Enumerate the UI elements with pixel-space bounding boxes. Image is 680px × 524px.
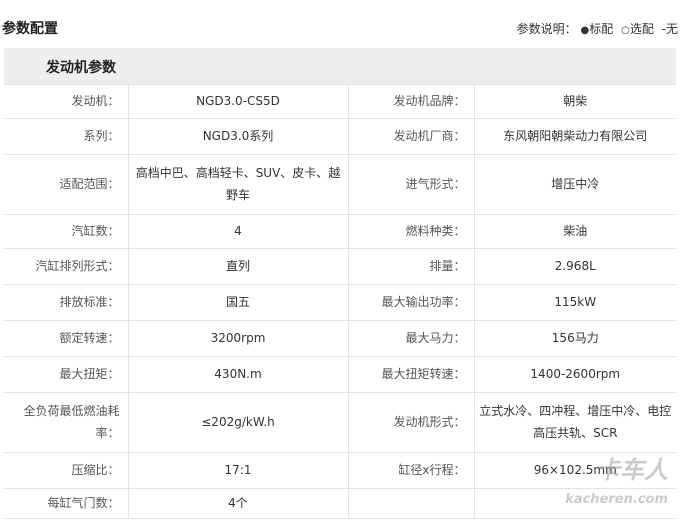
spec-value: 朝柴: [474, 84, 676, 119]
legend-standard: 标配: [589, 22, 614, 36]
spec-label: 排放标准：: [4, 284, 129, 321]
spec-label: 进气形式：: [348, 154, 475, 215]
spec-table: 发动机： NGD3.0-CS5D 发动机品牌： 朝柴 系列： NGD3.0系列 …: [4, 84, 676, 519]
table-row: 系列： NGD3.0系列 发动机厂商： 东风朝阳朝柴动力有限公司: [4, 118, 676, 155]
spec-value: 1400-2600rpm: [474, 356, 676, 393]
spec-label: 缸径x行程：: [348, 452, 475, 489]
spec-value: 立式水冷、四冲程、增压中冷、电控高压共轨、SCR: [474, 392, 676, 453]
spec-value: 国五: [128, 284, 349, 321]
spec-label: 最大输出功率：: [348, 284, 475, 321]
spec-label: 适配范围：: [4, 154, 129, 215]
spec-label: 最大扭矩转速：: [348, 356, 475, 393]
spec-label: 最大扭矩：: [4, 356, 129, 393]
spec-value: 96×102.5mm: [474, 452, 676, 489]
spec-value: 156马力: [474, 320, 676, 357]
section-header: 发动机参数: [4, 48, 676, 85]
spec-value: NGD3.0系列: [128, 118, 349, 155]
spec-label: 排量：: [348, 248, 475, 285]
optional-circle-icon: ○: [621, 25, 630, 36]
spec-value: ≤202g/kW.h: [128, 392, 349, 453]
spec-value: 4: [128, 214, 349, 249]
spec-label: 额定转速：: [4, 320, 129, 357]
table-row: 排放标准： 国五 最大输出功率： 115kW: [4, 284, 676, 321]
spec-value: 东风朝阳朝柴动力有限公司: [474, 118, 676, 155]
spec-label: 全负荷最低燃油耗率：: [4, 392, 129, 453]
config-header: 参数配置 参数说明： ●标配 ○选配 -无: [0, 0, 680, 48]
legend-none: -无: [661, 22, 678, 36]
table-row: 额定转速： 3200rpm 最大马力： 156马力: [4, 320, 676, 357]
table-row: 发动机： NGD3.0-CS5D 发动机品牌： 朝柴: [4, 84, 676, 119]
spec-label: 发动机：: [4, 84, 129, 119]
spec-label: 系列：: [4, 118, 129, 155]
spec-value: [474, 488, 676, 519]
legend-label: 参数说明：: [516, 22, 577, 36]
spec-label: 燃料种类：: [348, 214, 475, 249]
spec-value: NGD3.0-CS5D: [128, 84, 349, 119]
table-row: 适配范围： 高档中巴、高档轻卡、SUV、皮卡、越野车 进气形式： 增压中冷: [4, 154, 676, 215]
spec-value: 4个: [128, 488, 349, 519]
spec-label: [348, 488, 475, 519]
page-title: 参数配置: [2, 21, 58, 37]
spec-value: 增压中冷: [474, 154, 676, 215]
table-row: 汽缸排列形式： 直列 排量： 2.968L: [4, 248, 676, 285]
section-title: 发动机参数: [46, 60, 116, 76]
spec-label: 压缩比：: [4, 452, 129, 489]
table-row: 全负荷最低燃油耗率： ≤202g/kW.h 发动机形式： 立式水冷、四冲程、增压…: [4, 392, 676, 453]
legend: 参数说明： ●标配 ○选配 -无: [517, 20, 678, 37]
spec-value: 2.968L: [474, 248, 676, 285]
spec-label: 发动机形式：: [348, 392, 475, 453]
spec-value: 3200rpm: [128, 320, 349, 357]
spec-label: 每缸气门数：: [4, 488, 129, 519]
spec-label: 发动机品牌：: [348, 84, 475, 119]
spec-label: 发动机厂商：: [348, 118, 475, 155]
spec-label: 最大马力：: [348, 320, 475, 357]
spec-value: 高档中巴、高档轻卡、SUV、皮卡、越野车: [128, 154, 349, 215]
spec-value: 17:1: [128, 452, 349, 489]
spec-value: 柴油: [474, 214, 676, 249]
spec-value: 直列: [128, 248, 349, 285]
table-row: 汽缸数： 4 燃料种类： 柴油: [4, 214, 676, 249]
table-row: 最大扭矩： 430N.m 最大扭矩转速： 1400-2600rpm: [4, 356, 676, 393]
spec-value: 430N.m: [128, 356, 349, 393]
standard-dot-icon: ●: [580, 25, 590, 36]
spec-label: 汽缸排列形式：: [4, 248, 129, 285]
legend-optional: 选配: [629, 22, 654, 36]
spec-value: 115kW: [474, 284, 676, 321]
table-row: 每缸气门数： 4个: [4, 488, 676, 519]
table-row: 压缩比： 17:1 缸径x行程： 96×102.5mm: [4, 452, 676, 489]
spec-label: 汽缸数：: [4, 214, 129, 249]
